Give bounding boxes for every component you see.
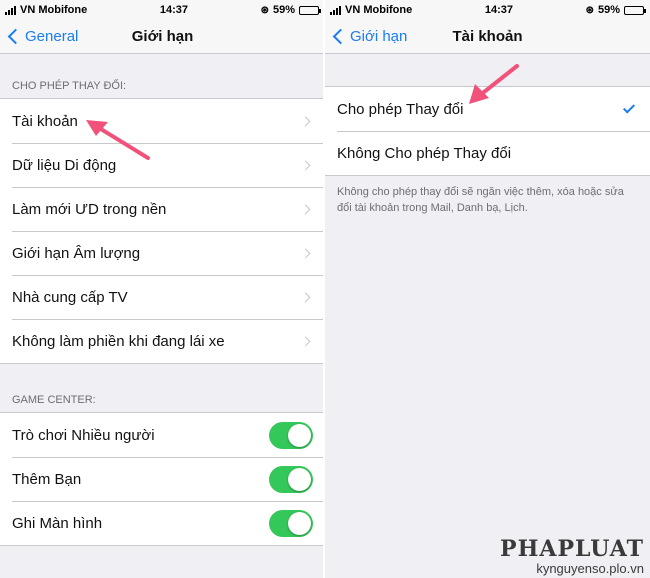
- list-item-multiplayer-games: Trò chơi Nhiều người: [0, 413, 325, 457]
- restrictions-screen: VN Mobifone 14:37 ⊛ 59% General Giới hạn…: [0, 0, 325, 578]
- status-bar: VN Mobifone 14:37 ⊛ 59%: [0, 0, 325, 20]
- section-header-game-center: GAME CENTER:: [12, 394, 96, 406]
- chevron-right-icon: [300, 116, 311, 126]
- toggle-knob: [288, 467, 311, 491]
- battery-icon: [624, 5, 646, 15]
- list-item-tv-provider[interactable]: Nhà cung cấp TV: [0, 275, 325, 319]
- watermark-site: kynguyenso.plo.vn: [536, 561, 644, 576]
- list-item-screen-recording: Ghi Màn hình: [0, 501, 325, 545]
- battery-icon: [299, 5, 321, 15]
- battery-percent: 59%: [272, 4, 295, 16]
- status-bar: VN Mobifone 14:37 ⊛ 59%: [325, 0, 650, 20]
- chevron-right-icon: [300, 292, 311, 302]
- carrier-label: VN Mobifone: [345, 4, 413, 16]
- allow-changes-list: Tài khoản Dữ liệu Di động Làm mới ƯD tro…: [0, 98, 325, 364]
- annotation-arrow-icon: [86, 120, 150, 160]
- back-label: Giới hạn: [350, 28, 408, 45]
- chevron-right-icon: [300, 248, 311, 258]
- toggle-knob: [288, 423, 311, 447]
- navigation-bar: General Giới hạn: [0, 20, 325, 54]
- back-label: General: [25, 28, 79, 45]
- list-item-do-not-disturb-driving[interactable]: Không làm phiền khi đang lái xe: [0, 319, 325, 363]
- chevron-right-icon: [300, 204, 311, 214]
- carrier-label: VN Mobifone: [20, 4, 88, 16]
- watermark: PHAPLUAT kynguyenso.plo.vn: [500, 537, 644, 576]
- option-description: Không cho phép thay đổi sẽ ngăn việc thê…: [337, 186, 624, 214]
- option-label: Cho phép Thay đổi: [337, 100, 464, 118]
- annotation-arrow-icon: [469, 64, 519, 104]
- back-button-restrictions[interactable]: Giới hạn: [331, 28, 407, 45]
- add-friends-toggle[interactable]: [269, 465, 313, 493]
- list-item-label: Ghi Màn hình: [12, 514, 103, 532]
- chevron-right-icon: [300, 336, 311, 346]
- status-time: 14:37: [484, 4, 513, 16]
- signal-icon: [5, 5, 16, 15]
- option-label: Không Cho phép Thay đổi: [337, 144, 512, 162]
- chevron-right-icon: [300, 160, 311, 170]
- list-item-cellular-data[interactable]: Dữ liệu Di động: [0, 143, 325, 187]
- option-dont-allow-changes[interactable]: Không Cho phép Thay đổi: [325, 131, 650, 175]
- chevron-left-icon: [332, 28, 349, 45]
- battery-percent: 59%: [597, 4, 620, 16]
- watermark-logo: PHAPLUAT: [500, 536, 644, 562]
- back-button-general[interactable]: General: [6, 28, 78, 45]
- screen-recording-toggle[interactable]: [269, 509, 313, 537]
- navigation-bar: Giới hạn Tài khoản: [325, 20, 650, 54]
- orientation-lock-icon: ⊛: [260, 4, 269, 16]
- status-time: 14:37: [159, 4, 188, 16]
- list-item-background-refresh[interactable]: Làm mới ƯD trong nền: [0, 187, 325, 231]
- list-item-label: Trò chơi Nhiều người: [12, 426, 155, 444]
- list-item-label: Nhà cung cấp TV: [12, 288, 128, 306]
- toggle-knob: [288, 511, 311, 535]
- multiplayer-games-toggle[interactable]: [269, 421, 313, 449]
- orientation-lock-icon: ⊛: [585, 4, 594, 16]
- list-item-label: Tài khoản: [12, 112, 78, 130]
- list-item-accounts[interactable]: Tài khoản: [0, 99, 325, 143]
- signal-icon: [330, 5, 341, 15]
- checkmark-icon: [622, 101, 636, 114]
- list-item-label: Giới hạn Âm lượng: [12, 244, 141, 262]
- list-item-label: Thêm Bạn: [12, 470, 82, 488]
- list-item-label: Làm mới ƯD trong nền: [12, 200, 167, 218]
- chevron-left-icon: [7, 28, 24, 45]
- account-screen: VN Mobifone 14:37 ⊛ 59% Giới hạn Tài kho…: [325, 0, 650, 578]
- list-item-volume-limit[interactable]: Giới hạn Âm lượng: [0, 231, 325, 275]
- list-item-label: Không làm phiền khi đang lái xe: [12, 332, 225, 350]
- game-center-list: Trò chơi Nhiều người Thêm Bạn Ghi Màn hì…: [0, 412, 325, 546]
- list-item-add-friends: Thêm Bạn: [0, 457, 325, 501]
- section-header-allow-changes: CHO PHÉP THAY ĐỔI:: [12, 80, 127, 92]
